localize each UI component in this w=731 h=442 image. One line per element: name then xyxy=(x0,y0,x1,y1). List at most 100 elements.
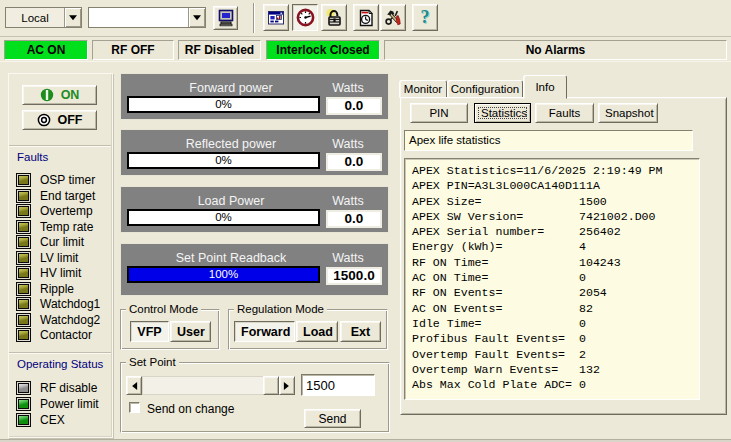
address-combobox[interactable] xyxy=(88,7,206,28)
led-inner xyxy=(18,383,29,393)
fault-led xyxy=(16,189,31,203)
meter-progressbar: 100% xyxy=(127,266,320,283)
led-inner xyxy=(18,268,29,278)
fault-led xyxy=(16,282,31,296)
main-window-button[interactable] xyxy=(263,4,289,31)
fault-label: LV limit xyxy=(40,251,78,265)
meter-title: Forward power xyxy=(131,81,331,95)
window-icon xyxy=(267,9,285,27)
toolbar-separator xyxy=(253,3,255,33)
regulation-forward-button[interactable]: Forward xyxy=(234,321,295,342)
mode-combobox-dropdown-button[interactable] xyxy=(64,8,81,27)
operating-status-label: RF disable xyxy=(40,381,97,395)
pin-button[interactable]: PIN xyxy=(410,103,468,123)
control-mode-title: Control Mode xyxy=(126,303,201,315)
set-point-scrollbar[interactable] xyxy=(126,376,295,395)
send-on-change-checkbox[interactable] xyxy=(129,402,140,413)
address-combobox-value[interactable] xyxy=(89,8,188,27)
snapshot-button[interactable]: Snapshot xyxy=(598,103,658,123)
set-point-input[interactable] xyxy=(301,374,375,396)
mode-combobox[interactable]: Local xyxy=(5,7,82,28)
connect-button[interactable] xyxy=(213,6,238,30)
fault-label: Ripple xyxy=(40,282,74,296)
meter-progressbar: 0% xyxy=(127,152,320,169)
scrollbar-left-button[interactable] xyxy=(126,376,142,395)
mode-combobox-value: Local xyxy=(6,8,64,27)
status-rf-label: RF OFF xyxy=(111,43,154,57)
led-inner xyxy=(18,253,29,263)
meter-unit: Watts xyxy=(319,251,377,265)
meter-value: 1500.0 xyxy=(326,267,382,285)
meter-panel: Forward power Watts 0% 0.0 xyxy=(120,73,389,120)
fault-led xyxy=(16,220,31,234)
status-rf-disabled-label: RF Disabled xyxy=(185,43,254,57)
address-combobox-dropdown-button[interactable] xyxy=(188,8,205,27)
monitor-gauge-button[interactable] xyxy=(292,4,318,31)
operating-status-led xyxy=(16,413,31,427)
fault-label: Overtemp xyxy=(40,204,93,218)
chevron-down-icon xyxy=(69,15,77,24)
report-icon xyxy=(357,9,375,27)
statistics-listbox[interactable]: APEX Statistics=11/6/2025 2:19:49 PM APE… xyxy=(404,158,700,400)
faults-title: Faults xyxy=(17,151,48,163)
chevron-down-icon xyxy=(193,15,201,24)
led-inner xyxy=(18,299,29,309)
tab-configuration[interactable]: Configuration xyxy=(447,80,523,98)
statistics-text: APEX Statistics=11/6/2025 2:19:49 PM APE… xyxy=(405,159,699,392)
status-interlock-label: Interlock Closed xyxy=(276,43,369,57)
fault-led xyxy=(16,313,31,327)
fault-label: OSP timer xyxy=(40,173,95,187)
lock-button[interactable] xyxy=(321,4,347,31)
send-on-change-label: Send on change xyxy=(147,402,234,416)
led-inner xyxy=(18,399,29,409)
scrollbar-track[interactable] xyxy=(142,376,279,395)
regulation-ext-button[interactable]: Ext xyxy=(340,321,381,342)
status-alarms: No Alarms xyxy=(384,40,727,60)
send-button[interactable]: Send xyxy=(304,409,361,428)
fault-led xyxy=(16,235,31,249)
client-area-highlight xyxy=(0,61,731,62)
scrollbar-thumb[interactable] xyxy=(263,376,279,395)
set-point-title: Set Point xyxy=(126,356,179,368)
meter-value: 0.0 xyxy=(326,210,382,228)
lock-icon xyxy=(325,8,344,27)
tab-monitor[interactable]: Monitor xyxy=(399,80,447,98)
tab-info[interactable]: Info xyxy=(523,75,567,99)
description-field[interactable]: Apex life statistics xyxy=(404,130,693,151)
meter-panel: Load Power Watts 0% 0.0 xyxy=(120,186,389,233)
status-rf: RF OFF xyxy=(92,40,174,60)
operating-status-label: Power limit xyxy=(40,397,99,411)
status-ac: AC ON xyxy=(4,40,88,60)
meter-percent-label: 0% xyxy=(129,98,318,111)
fault-led xyxy=(16,204,31,218)
regulation-load-button[interactable]: Load xyxy=(296,321,338,342)
status-alarms-label: No Alarms xyxy=(526,43,586,57)
meter-value: 0.0 xyxy=(326,153,382,171)
meter-percent-label: 100% xyxy=(129,268,318,281)
statistics-button[interactable]: Statistics xyxy=(474,103,531,123)
fault-label: End target xyxy=(40,189,95,203)
meter-panel: Reflected power Watts 0% 0.0 xyxy=(120,129,389,176)
help-button[interactable]: ? xyxy=(412,4,438,31)
fault-label: Contactor xyxy=(40,328,92,342)
meter-percent-label: 0% xyxy=(129,154,318,167)
control-mode-vfp-button[interactable]: VFP xyxy=(130,321,169,342)
status-ac-label: AC ON xyxy=(27,43,66,57)
faults-divider xyxy=(9,145,111,147)
fault-led xyxy=(16,297,31,311)
scheduled-report-button[interactable] xyxy=(353,4,379,31)
control-mode-user-button[interactable]: User xyxy=(170,321,211,342)
meter-progressbar: 0% xyxy=(127,96,320,113)
fault-label: Watchdog1 xyxy=(40,297,100,311)
meter-unit: Watts xyxy=(319,194,377,208)
rf-off-button[interactable]: OFF xyxy=(22,110,97,130)
help-icon: ? xyxy=(421,7,430,28)
scrollbar-right-button[interactable] xyxy=(279,376,295,395)
faults-button[interactable]: Faults xyxy=(535,103,594,123)
meter-title: Reflected power xyxy=(131,137,331,151)
led-inner xyxy=(18,315,29,325)
rf-on-button[interactable]: ON xyxy=(22,85,97,105)
led-inner xyxy=(18,330,29,340)
led-inner xyxy=(18,222,29,232)
settings-button[interactable] xyxy=(380,4,406,31)
